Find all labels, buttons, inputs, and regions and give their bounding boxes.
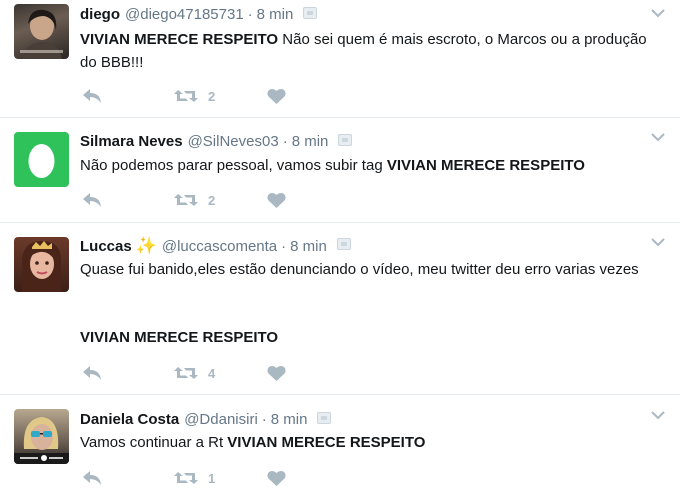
user-handle[interactable]: @diego47185731	[125, 6, 244, 23]
heart-icon	[267, 192, 286, 208]
heart-icon	[267, 365, 286, 381]
retweet-button[interactable]: 2	[174, 86, 215, 106]
tweet-header: Silmara Neves @SilNeves03 · 8 min	[80, 133, 353, 150]
user-fullname[interactable]: Silmara Neves	[80, 133, 183, 150]
hashtag-text[interactable]: VIVIAN MERECE RESPEITO	[80, 329, 278, 346]
user-fullname[interactable]: Luccas	[80, 238, 132, 255]
retweet-icon	[174, 367, 198, 379]
translate-icon[interactable]	[317, 411, 332, 424]
tweet-actions: 4	[80, 363, 320, 383]
like-button[interactable]	[267, 468, 286, 488]
separator: ·	[247, 6, 253, 23]
tweet-actions: 2	[80, 86, 320, 106]
reply-icon	[83, 89, 101, 103]
heart-icon	[267, 470, 286, 486]
tweet-text: VIVIAN MERECE RESPEITO Não sei quem é ma…	[80, 28, 660, 74]
avatar[interactable]	[14, 237, 69, 292]
user-handle[interactable]: @SilNeves03	[188, 133, 279, 150]
tweet[interactable]: Daniela Costa @Ddanisiri · 8 min Vamos c…	[0, 395, 680, 503]
tweet-header: diego @diego47185731 · 8 min	[80, 6, 318, 23]
tweet[interactable]: diego @diego47185731 · 8 min VIVIAN MERE…	[0, 0, 680, 118]
tweet-timeline: diego @diego47185731 · 8 min VIVIAN MERE…	[0, 0, 680, 503]
like-button[interactable]	[267, 363, 286, 383]
avatar[interactable]	[14, 409, 69, 464]
tweet-timestamp[interactable]: 8 min	[257, 6, 294, 23]
egg-icon	[28, 144, 55, 178]
retweet-button[interactable]: 1	[174, 468, 215, 488]
hashtag-text[interactable]: VIVIAN MERECE RESPEITO	[227, 434, 425, 451]
tweet-text-line: Quase fui banido,eles estão denunciando …	[80, 261, 639, 278]
tweet-text-pre: Não podemos parar pessoal, vamos subir t…	[80, 157, 387, 174]
retweet-button[interactable]: 2	[174, 190, 215, 210]
retweet-icon	[174, 90, 198, 102]
reply-icon	[83, 193, 101, 207]
reply-button[interactable]	[82, 86, 102, 106]
like-button[interactable]	[267, 86, 286, 106]
reply-icon	[83, 471, 101, 485]
retweet-icon	[174, 194, 198, 206]
retweet-count: 4	[208, 365, 216, 381]
tweet-actions: 1	[80, 468, 320, 488]
tweet-text-pre: Vamos continuar a Rt	[80, 434, 228, 451]
chevron-down-icon[interactable]	[650, 235, 666, 249]
user-handle[interactable]: @Ddanisiri	[184, 411, 258, 428]
tweet-header: Luccas ✨ @luccascomenta · 8 min	[80, 236, 351, 256]
separator: ·	[261, 411, 267, 428]
heart-icon	[267, 88, 286, 104]
like-button[interactable]	[267, 190, 286, 210]
translate-icon[interactable]	[338, 133, 353, 146]
tweet-text: Vamos continuar a Rt VIVIAN MERECE RESPE…	[80, 431, 660, 454]
hashtag-text[interactable]: VIVIAN MERECE RESPEITO	[387, 157, 585, 174]
retweet-count: 2	[208, 192, 216, 208]
translate-icon[interactable]	[303, 6, 318, 19]
retweet-icon	[174, 472, 198, 484]
sparkles-icon: ✨	[135, 236, 157, 255]
tweet[interactable]: Silmara Neves @SilNeves03 · 8 min Não po…	[0, 118, 680, 223]
hashtag-text[interactable]: VIVIAN MERECE RESPEITO	[80, 31, 278, 48]
tweet-actions: 2	[80, 190, 320, 210]
reply-button[interactable]	[82, 468, 102, 488]
reply-icon	[83, 366, 101, 380]
tweet-timestamp[interactable]: 8 min	[292, 133, 329, 150]
tweet[interactable]: Luccas ✨ @luccascomenta · 8 min Quase fu…	[0, 223, 680, 395]
user-fullname[interactable]: diego	[80, 6, 120, 23]
avatar[interactable]	[14, 132, 69, 187]
retweet-count: 2	[208, 88, 216, 104]
tweet-timestamp[interactable]: 8 min	[271, 411, 308, 428]
chevron-down-icon[interactable]	[650, 130, 666, 144]
chevron-down-icon[interactable]	[650, 408, 666, 422]
avatar[interactable]	[14, 4, 69, 59]
retweet-button[interactable]: 4	[174, 363, 215, 383]
reply-button[interactable]	[82, 363, 102, 383]
separator: ·	[282, 133, 288, 150]
tweet-text: Não podemos parar pessoal, vamos subir t…	[80, 154, 660, 177]
reply-button[interactable]	[82, 190, 102, 210]
translate-icon[interactable]	[336, 238, 351, 250]
user-handle[interactable]: @luccascomenta	[162, 238, 277, 255]
tweet-text: Quase fui banido,eles estão denunciando …	[80, 258, 660, 281]
user-fullname[interactable]: Daniela Costa	[80, 411, 179, 428]
separator: ·	[281, 237, 287, 255]
tweet-header: Daniela Costa @Ddanisiri · 8 min	[80, 411, 332, 428]
chevron-down-icon[interactable]	[650, 6, 666, 20]
tweet-timestamp[interactable]: 8 min	[290, 238, 327, 255]
tweet-text-tag: VIVIAN MERECE RESPEITO	[80, 326, 660, 349]
retweet-count: 1	[208, 470, 216, 486]
